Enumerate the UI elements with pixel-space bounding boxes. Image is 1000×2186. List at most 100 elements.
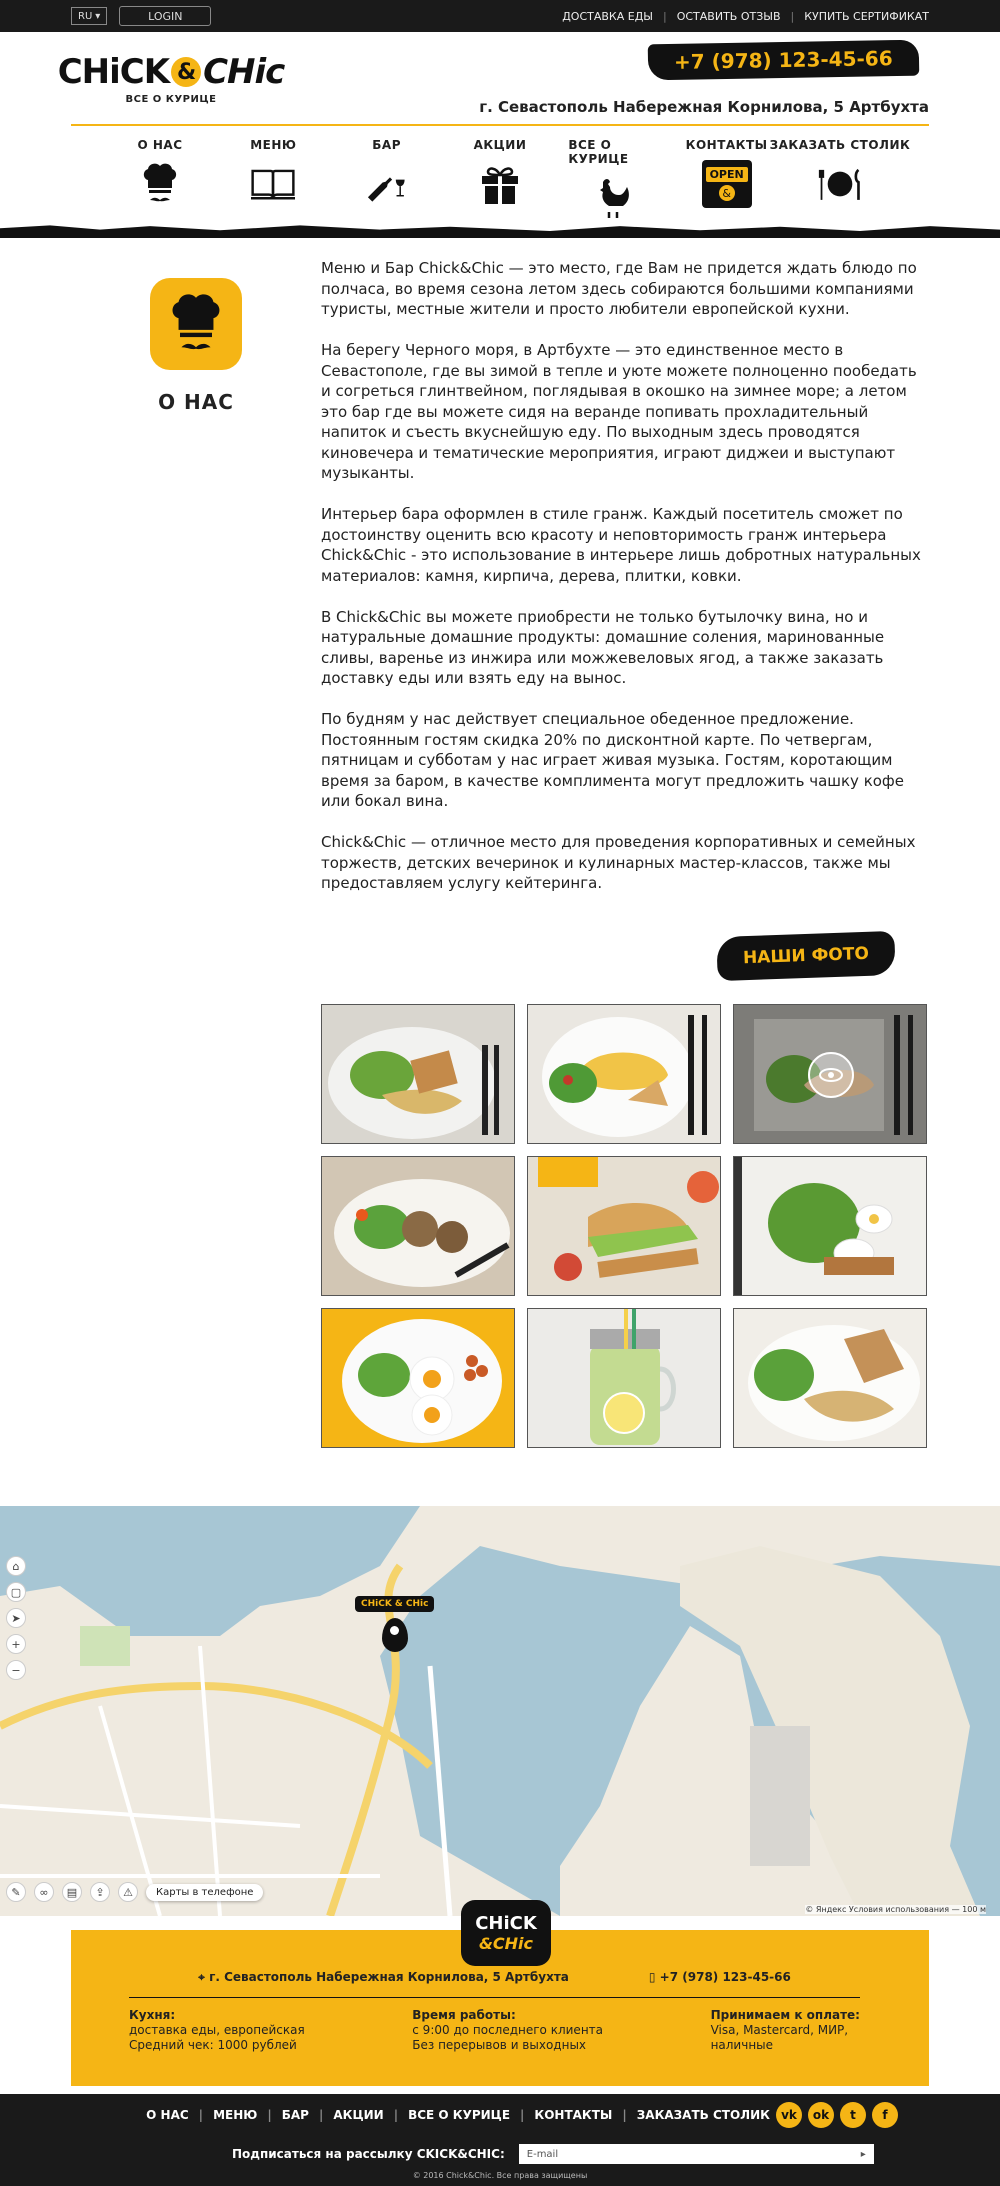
footer-bar: О НАС | МЕНЮ | БАР | АКЦИИ | ВСЕ О КУРИЦЕ | К…: [0, 2094, 1000, 2186]
warning-icon[interactable]: ⚠: [118, 1882, 138, 1902]
hours-title: Время работы:: [412, 2008, 516, 2022]
footer-logo[interactable]: CHiCK &CHic: [461, 1900, 551, 1966]
layers-icon[interactable]: ▢: [6, 1582, 26, 1602]
home-icon[interactable]: ⌂: [6, 1556, 26, 1576]
view-eye-icon[interactable]: [809, 1053, 853, 1097]
about-paragraph: Меню и Бар Chick&Chic — это место, где В…: [321, 259, 917, 318]
map-tools: ⌂ ▢ ➤ + −: [6, 1556, 26, 1680]
map-logo-badge: CHiCK & CHic: [355, 1596, 435, 1612]
nav-item-about[interactable]: О НАС: [115, 126, 205, 224]
footer-phone[interactable]: ▯ +7 (978) 123-45-66: [649, 1970, 791, 1985]
logo-amp: &: [171, 57, 202, 87]
odnoklassniki-icon[interactable]: ok: [808, 2102, 834, 2128]
nav-item-menu[interactable]: МЕНЮ: [228, 126, 318, 224]
map-logo-pin[interactable]: CHiCK & CHic: [355, 1596, 435, 1652]
chef-hat-mustache-icon: [138, 162, 182, 206]
submit-arrow-icon[interactable]: ▸: [861, 2149, 866, 2160]
nav-label: ЗАКАЗАТЬ СТОЛИК: [769, 138, 911, 152]
plate-cutlery-icon: [818, 162, 862, 206]
logo[interactable]: CHiCK & CHic ВСЕ О КУРИЦЕ: [58, 52, 286, 105]
divider: |: [393, 2108, 399, 2122]
footer-logo-bottom: &CHic: [478, 1934, 534, 1953]
location-pin-icon: [381, 1618, 408, 1652]
vk-icon[interactable]: vk: [776, 2102, 802, 2128]
binoculars-icon[interactable]: ∞: [34, 1882, 54, 1902]
about-paragraph: Интерьер бара оформлен в стиле гранж. Ка…: [321, 505, 921, 585]
meatballs-salad-photo[interactable]: [321, 1156, 515, 1296]
logo-tagline: ВСЕ О КУРИЦЕ: [125, 94, 217, 105]
review-link[interactable]: ОСТАВИТЬ ОТЗЫВ: [677, 10, 781, 23]
chevron-down-icon: ▾: [95, 10, 101, 22]
map-phone-apps[interactable]: Карты в телефоне: [146, 1883, 264, 1901]
burger-photo[interactable]: [527, 1156, 721, 1296]
login-button[interactable]: LOGIN: [119, 6, 212, 26]
map-copyright-text[interactable]: © Яндекс Условия использования: [805, 1905, 949, 1914]
egg-toast-salad-photo[interactable]: [733, 1156, 927, 1296]
header-phone[interactable]: +7 (978) 123-45-66: [648, 39, 920, 81]
logo-right: CHic: [203, 52, 285, 92]
about-side: О НАС: [71, 258, 321, 914]
footer-nav-chicken[interactable]: ВСЕ О КУРИЦЕ: [408, 2108, 510, 2122]
footer-address: ⌖ г. Севастополь Набережная Корнилова, 5…: [198, 1970, 569, 1985]
language-select[interactable]: RU ▾: [71, 7, 108, 25]
divider: |: [318, 2108, 324, 2122]
certificate-link[interactable]: КУПИТЬ СЕРТИФИКАТ: [804, 10, 929, 23]
footer-logo-top: CHiCK: [475, 1913, 537, 1934]
nav-label: МЕНЮ: [250, 138, 297, 152]
zoom-out-icon[interactable]: −: [6, 1660, 26, 1680]
facebook-icon[interactable]: f: [872, 2102, 898, 2128]
omelette-bread-photo[interactable]: [733, 1308, 927, 1448]
map[interactable]: CHiCK & CHic ⌂ ▢ ➤ + − ✎ ∞ ▤ ⇪ ⚠ Карты в…: [0, 1506, 1000, 1916]
header: CHiCK & CHic ВСЕ О КУРИЦЕ +7 (978) 123-4…: [58, 32, 929, 126]
divider: |: [790, 9, 795, 23]
map-canvas: [0, 1506, 1000, 1916]
photos-title[interactable]: НАШИ ФОТО: [716, 930, 896, 982]
salad-plate-photo[interactable]: [733, 1004, 927, 1144]
hours-line: с 9:00 до последнего клиента: [412, 2023, 604, 2037]
zoom-in-icon[interactable]: +: [6, 1634, 26, 1654]
payment-title: Принимаем к оплате:: [710, 2008, 860, 2022]
share-icon[interactable]: ⇪: [90, 1882, 110, 1902]
footer-nav-promos[interactable]: АКЦИИ: [333, 2108, 383, 2122]
about-paragraph: По будням у нас действует специальное об…: [321, 710, 904, 810]
lemonade-jar-photo[interactable]: [527, 1308, 721, 1448]
footer-nav-reserve[interactable]: ЗАКАЗАТЬ СТОЛИК: [637, 2108, 770, 2122]
top-bar-left: RU ▾ LOGIN: [71, 6, 212, 26]
top-links: ДОСТАВКА ЕДЫ | ОСТАВИТЬ ОТЗЫВ | КУПИТЬ СЕР…: [562, 10, 929, 23]
payment-line: наличные: [710, 2038, 774, 2052]
about-title: О НАС: [158, 390, 234, 414]
about-text: Меню и Бар Chick&Chic — это место, где В…: [321, 258, 929, 914]
chef-hat-mustache-icon: [150, 278, 242, 370]
nav-item-promos[interactable]: АКЦИИ: [455, 126, 545, 224]
kitchen-title: Кухня:: [129, 2008, 176, 2022]
nav-item-reserve[interactable]: ЗАКАЗАТЬ СТОЛИК: [770, 126, 910, 224]
nav-label: БАР: [372, 138, 402, 152]
map-copyright: © Яндекс Условия использования — 100 м: [805, 1905, 986, 1914]
twitter-icon[interactable]: t: [840, 2102, 866, 2128]
footer-nav-contacts[interactable]: КОНТАКТЫ: [534, 2108, 612, 2122]
nav-item-chicken[interactable]: ВСЕ О КУРИЦЕ: [568, 126, 658, 224]
nav-item-bar[interactable]: БАР: [342, 126, 432, 224]
print-icon[interactable]: ▤: [62, 1882, 82, 1902]
omelette-salad-photo[interactable]: [321, 1004, 515, 1144]
footer-nav-menu[interactable]: МЕНЮ: [213, 2108, 257, 2122]
delivery-link[interactable]: ДОСТАВКА ЕДЫ: [562, 10, 653, 23]
copyright: © 2016 Chick&Chic. Все права защищены: [412, 2171, 588, 2180]
mobile-phone-icon: ▯: [648, 1970, 660, 1984]
footer-hours: Время работы: с 9:00 до последнего клиент…: [412, 2008, 603, 2053]
footer-payment: Принимаем к оплате: Visa, Mastercard, МИР…: [711, 2008, 860, 2053]
footer-nav-bar[interactable]: БАР: [282, 2108, 309, 2122]
nav-item-contacts[interactable]: КОНТАКТЫ OPEN &: [682, 126, 772, 224]
gift-icon: [478, 162, 522, 206]
ruler-icon[interactable]: ✎: [6, 1882, 26, 1902]
omelette-toast-photo[interactable]: [527, 1004, 721, 1144]
locate-icon[interactable]: ➤: [6, 1608, 26, 1628]
fried-eggs-photo[interactable]: [321, 1308, 515, 1448]
payment-line: Visa, Mastercard, МИР,: [710, 2023, 849, 2037]
header-address: г. Севастополь Набережная Корнилова, 5 А…: [479, 98, 929, 116]
hours-line: Без перерывов и выходных: [412, 2038, 587, 2052]
footer-nav-about[interactable]: О НАС: [146, 2108, 189, 2122]
open-book-icon: [251, 162, 296, 206]
divider: |: [267, 2108, 272, 2122]
email-field[interactable]: E-mail ▸: [518, 2144, 874, 2164]
